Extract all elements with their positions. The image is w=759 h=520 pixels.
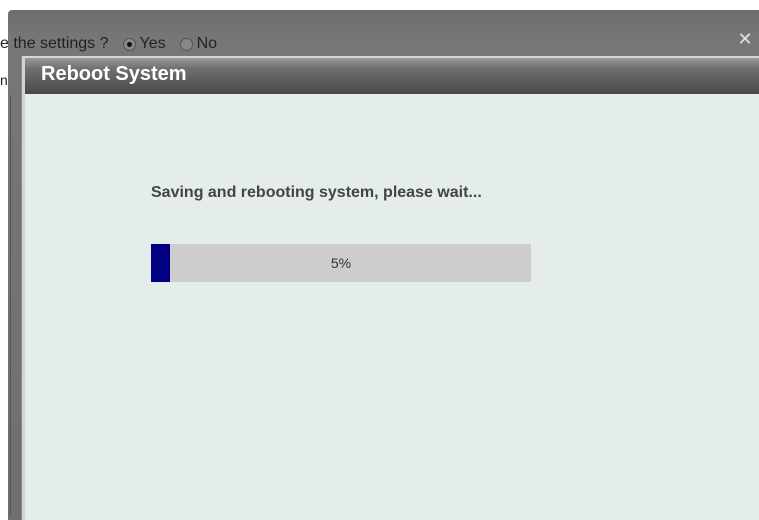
divider <box>10 95 11 515</box>
radio-no[interactable] <box>179 37 193 51</box>
reboot-question-row: e the settings ? Yes No <box>0 35 217 53</box>
dialog-title: Reboot System <box>41 63 187 85</box>
progress-label: 5% <box>330 255 352 271</box>
status-message: Saving and rebooting system, please wait… <box>151 184 482 201</box>
dialog-header: Reboot System <box>25 56 759 94</box>
progress-bar: 5% <box>151 244 531 282</box>
reboot-dialog: Reboot System Saving and rebooting syste… <box>22 56 759 520</box>
radio-yes-label: Yes <box>139 35 166 52</box>
close-icon[interactable]: ✕ <box>737 31 753 49</box>
truncated-label: n <box>0 72 8 88</box>
screen: ✕ e the settings ? Yes No n Reboot Syste… <box>0 0 759 520</box>
question-text: e the settings ? <box>0 35 109 52</box>
radio-no-label: No <box>196 35 218 52</box>
radio-yes[interactable] <box>122 37 136 51</box>
